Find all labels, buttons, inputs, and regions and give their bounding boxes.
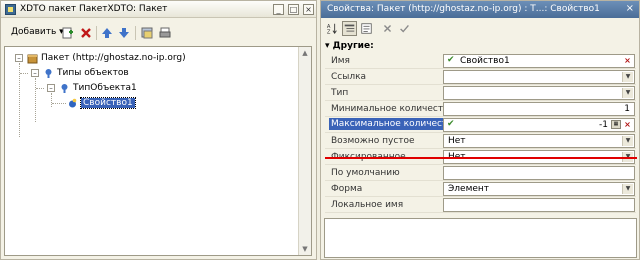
- calculator-icon[interactable]: ▦: [611, 120, 621, 129]
- properties-grid: Имя ✔ Свойство1 × Ссылка ▼ Тип ▼ Минимальн…: [325, 53, 636, 213]
- name-field[interactable]: ✔ Свойство1 ×: [443, 54, 635, 68]
- package-node-icon: [27, 54, 38, 64]
- tree-scrollbar[interactable]: ▲ ▼: [298, 47, 311, 255]
- move-down-icon[interactable]: [118, 27, 130, 39]
- reference-field[interactable]: ▼: [443, 70, 635, 84]
- dropdown-icon[interactable]: ▼: [622, 88, 633, 98]
- xdto-package-window: XDTO пакет ПакетXDTO: Пакет _ □ × Добави…: [0, 0, 317, 260]
- group-header-label: Другие:: [332, 41, 374, 51]
- minimize-button[interactable]: _: [273, 4, 284, 15]
- type-field[interactable]: ▼: [443, 86, 635, 100]
- tree-node-label: ТипОбъекта1: [73, 83, 137, 93]
- prop-label: Локальное имя: [331, 200, 404, 210]
- tree-node-label: Типы объектов: [57, 68, 129, 78]
- scroll-down-icon[interactable]: ▼: [300, 244, 310, 254]
- prop-value: Элемент: [448, 184, 490, 194]
- type-node-icon: [61, 84, 68, 93]
- sort-icon[interactable]: AZ: [325, 21, 340, 36]
- properties-toolbar: AZ: [323, 20, 637, 38]
- prop-row-local-name[interactable]: Локальное имя: [325, 197, 636, 213]
- print-icon[interactable]: [159, 27, 171, 39]
- local-name-field[interactable]: [443, 198, 635, 212]
- prop-label: Ссылка: [331, 72, 367, 82]
- left-window-title: XDTO пакет ПакетXDTO: Пакет: [20, 4, 168, 14]
- left-toolbar: Добавить ▾: [5, 23, 313, 43]
- collapse-toggle[interactable]: –: [31, 69, 39, 77]
- right-title-bar: Свойства: Пакет (http://ghostaz.no-ip.or…: [321, 1, 639, 18]
- prop-value: 1: [624, 104, 630, 114]
- min-count-field[interactable]: 1: [443, 102, 635, 116]
- group-header[interactable]: ▾ Другие:: [325, 41, 374, 51]
- properties-icon[interactable]: [141, 27, 153, 39]
- prop-label: По умолчанию: [331, 168, 400, 178]
- add-item-icon[interactable]: [62, 27, 74, 39]
- close-button[interactable]: ×: [303, 4, 314, 15]
- delete-icon[interactable]: [80, 27, 92, 39]
- highlight-underline: [325, 157, 637, 159]
- clear-value-icon[interactable]: ×: [622, 56, 633, 66]
- prop-value: Свойство1: [460, 56, 510, 66]
- prop-value: Нет: [448, 136, 466, 146]
- dropdown-icon[interactable]: ▼: [622, 136, 633, 146]
- check-icon: ✔: [447, 119, 455, 129]
- default-field[interactable]: [443, 166, 635, 180]
- prop-row-nillable[interactable]: Возможно пустое Нет ▼: [325, 133, 636, 149]
- prop-value: -1: [599, 120, 608, 130]
- clear-icon[interactable]: [380, 21, 395, 36]
- apply-icon[interactable]: [397, 21, 412, 36]
- prop-label: Имя: [331, 56, 350, 66]
- package-tree[interactable]: – Пакет (http://ghostaz.no-ip.org) – Тип…: [4, 46, 312, 256]
- maximize-button[interactable]: □: [288, 4, 299, 15]
- tree-node-label-selected: Свойство1: [80, 97, 136, 109]
- clear-value-icon[interactable]: ×: [622, 120, 633, 130]
- prop-row-min-count[interactable]: Минимальное количество 1: [325, 101, 636, 117]
- close-icon[interactable]: ×: [626, 3, 634, 14]
- left-title-bar: XDTO пакет ПакетXDTO: Пакет _ □ ×: [1, 1, 316, 18]
- description-pane: [324, 218, 637, 258]
- add-button-label: Добавить: [11, 27, 57, 37]
- max-count-field[interactable]: ✔ -1 ▦ ×: [443, 118, 635, 132]
- prop-label: Форма: [331, 184, 363, 194]
- prop-label-selected: Максимальное количество: [329, 118, 461, 130]
- types-node-icon: [45, 69, 52, 78]
- property-node-icon: [69, 98, 77, 108]
- package-icon: [5, 4, 16, 15]
- prop-label: Тип: [331, 88, 349, 98]
- prop-row-reference[interactable]: Ссылка ▼: [325, 69, 636, 85]
- check-icon: ✔: [447, 55, 455, 65]
- scroll-up-icon[interactable]: ▲: [300, 48, 310, 58]
- add-button[interactable]: Добавить ▾: [11, 27, 64, 37]
- move-up-icon[interactable]: [101, 27, 113, 39]
- properties-window: Свойства: Пакет (http://ghostaz.no-ip.or…: [320, 0, 640, 260]
- dropdown-icon[interactable]: ▼: [622, 72, 633, 82]
- prop-row-name[interactable]: Имя ✔ Свойство1 ×: [325, 53, 636, 69]
- tree-node-label: Пакет (http://ghostaz.no-ip.org): [41, 53, 186, 63]
- filter-icon[interactable]: [359, 21, 374, 36]
- prop-label: Минимальное количество: [331, 104, 454, 114]
- prop-row-default[interactable]: По умолчанию: [325, 165, 636, 181]
- collapse-toggle[interactable]: –: [15, 54, 23, 62]
- nillable-field[interactable]: Нет ▼: [443, 134, 635, 148]
- collapse-toggle[interactable]: –: [47, 84, 55, 92]
- prop-row-type[interactable]: Тип ▼: [325, 85, 636, 101]
- form-field[interactable]: Элемент ▼: [443, 182, 635, 196]
- categorized-icon[interactable]: [342, 21, 357, 36]
- svg-text:Z: Z: [327, 29, 331, 35]
- dropdown-icon[interactable]: ▼: [622, 184, 633, 194]
- prop-row-max-count[interactable]: Максимальное количество ✔ -1 ▦ ×: [325, 117, 636, 133]
- prop-row-form[interactable]: Форма Элемент ▼: [325, 181, 636, 197]
- right-window-title: Свойства: Пакет (http://ghostaz.no-ip.or…: [327, 4, 600, 14]
- prop-label: Возможно пустое: [331, 136, 415, 146]
